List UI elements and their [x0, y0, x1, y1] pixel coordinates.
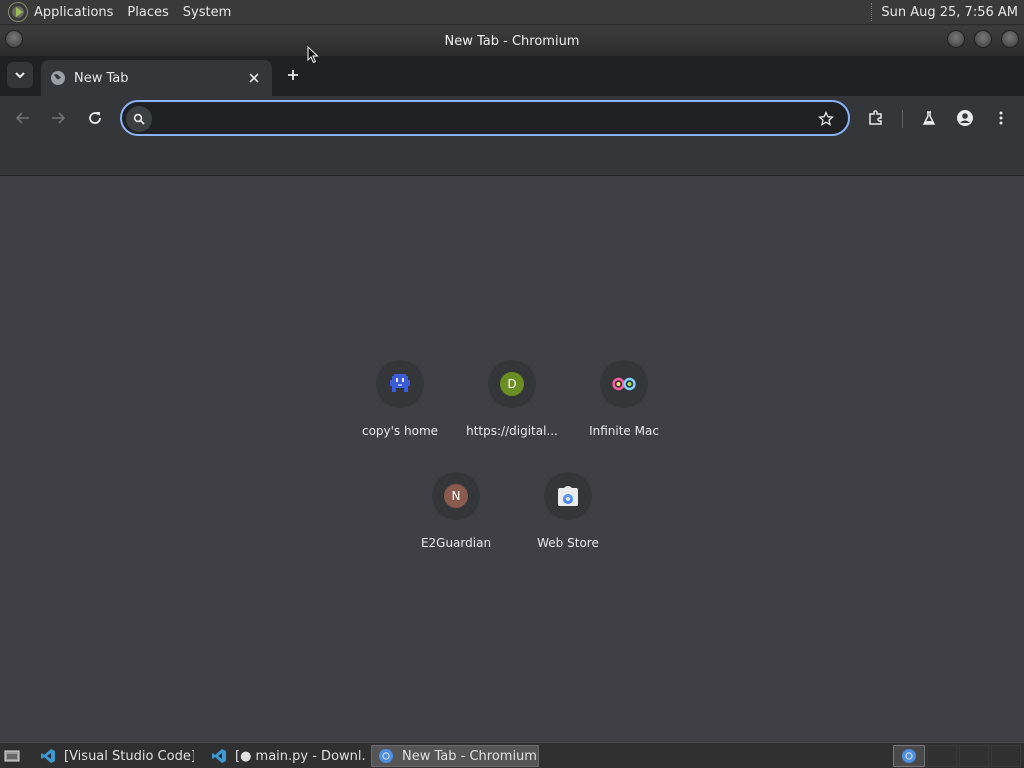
- search-icon: [126, 106, 152, 132]
- close-tab-button[interactable]: [245, 69, 263, 87]
- shortcut-tile[interactable]: copy's home: [344, 354, 456, 462]
- star-icon: [818, 111, 834, 126]
- shortcut-label: https://digital...: [466, 424, 558, 438]
- shortcut-label: copy's home: [361, 424, 439, 438]
- forward-button[interactable]: [44, 104, 72, 132]
- shortcut-tile[interactable]: N E2Guardian: [400, 466, 512, 574]
- panel-separator: [871, 3, 873, 21]
- distro-logo-icon[interactable]: [8, 2, 28, 22]
- taskbar-item-main-py[interactable]: [● main.py - Downl...: [205, 745, 365, 767]
- taskbar-item-label: New Tab - Chromium: [402, 748, 537, 764]
- taskbar-item-vscode[interactable]: [Visual Studio Code]: [34, 745, 194, 767]
- infinity-icon: [612, 377, 636, 391]
- letter-d-icon: D: [500, 372, 524, 396]
- system-menu[interactable]: System: [183, 5, 231, 20]
- workspace-4[interactable]: [991, 745, 1021, 767]
- taskbar-item-label: [Visual Studio Code]: [64, 748, 194, 764]
- close-window-button[interactable]: [1001, 30, 1019, 48]
- arrow-right-icon: [52, 112, 66, 124]
- window-titlebar[interactable]: New Tab - Chromium: [0, 26, 1024, 56]
- extensions-button[interactable]: [862, 104, 890, 132]
- profile-button[interactable]: [951, 104, 979, 132]
- new-tab-page: copy's home D https://digital... Infinit…: [0, 176, 1024, 742]
- new-tab-button[interactable]: [282, 64, 304, 86]
- chevron-down-icon: [15, 72, 25, 79]
- mouse-cursor-icon: [307, 46, 319, 64]
- taskbar-item-label: [● main.py - Downl...: [235, 748, 365, 764]
- toolbar-separator: [902, 110, 903, 128]
- shortcut-label: Infinite Mac: [589, 424, 659, 438]
- chromium-icon: [902, 749, 916, 763]
- labs-button[interactable]: [915, 104, 943, 132]
- menu-button[interactable]: [987, 104, 1015, 132]
- pixel-monster-icon: [390, 374, 410, 392]
- show-desktop-button[interactable]: [2, 745, 24, 767]
- shortcut-icon-container: D: [488, 360, 536, 408]
- tab-title: New Tab: [74, 70, 129, 86]
- puzzle-icon: [869, 110, 882, 125]
- shortcut-tile[interactable]: Infinite Mac: [568, 354, 680, 462]
- shortcut-tile[interactable]: D https://digital...: [456, 354, 568, 462]
- tab-new-tab[interactable]: New Tab: [41, 60, 272, 96]
- account-icon: [957, 110, 973, 126]
- top-panel: Applications Places System Sun Aug 25, 7…: [0, 0, 1024, 25]
- plus-icon: [288, 70, 298, 80]
- taskbar-item-chromium[interactable]: New Tab - Chromium: [371, 745, 539, 767]
- shortcut-tile[interactable]: Web Store: [512, 466, 624, 574]
- web-store-icon: [558, 486, 578, 506]
- chromium-icon: [379, 749, 393, 763]
- window-title: New Tab - Chromium: [444, 33, 580, 49]
- places-menu[interactable]: Places: [127, 5, 168, 20]
- kebab-menu-icon: [999, 111, 1003, 125]
- browser-toolbar: [0, 96, 1024, 140]
- reload-button[interactable]: [81, 104, 109, 132]
- tab-strip: New Tab: [0, 56, 1024, 96]
- globe-icon: [51, 71, 65, 85]
- shortcut-label: Web Store: [537, 536, 599, 550]
- workspace-1[interactable]: [893, 745, 925, 767]
- minimize-button[interactable]: [947, 30, 965, 48]
- clock[interactable]: Sun Aug 25, 7:56 AM: [881, 5, 1018, 20]
- shortcut-icon-container: [544, 472, 592, 520]
- vscode-icon: [212, 749, 226, 763]
- address-input[interactable]: [156, 102, 806, 134]
- workspace-2[interactable]: [927, 745, 957, 767]
- workspace-3[interactable]: [959, 745, 989, 767]
- shortcut-icon-container: [376, 360, 424, 408]
- applications-menu[interactable]: Applications: [34, 5, 113, 20]
- shortcut-label: E2Guardian: [420, 536, 492, 550]
- maximize-button[interactable]: [974, 30, 992, 48]
- bookmark-star-button[interactable]: [816, 109, 836, 129]
- reload-icon: [89, 112, 101, 124]
- arrow-left-icon: [15, 112, 29, 124]
- tab-search-button[interactable]: [7, 62, 33, 88]
- taskbar: [Visual Studio Code] [● main.py - Downl.…: [0, 742, 1024, 768]
- bookmarks-bar: [0, 140, 1024, 176]
- letter-n-icon: N: [444, 484, 468, 508]
- flask-icon: [922, 111, 936, 125]
- shortcut-icon-container: N: [432, 472, 480, 520]
- shortcut-icon-container: [600, 360, 648, 408]
- back-button[interactable]: [9, 104, 37, 132]
- vscode-icon: [41, 749, 55, 763]
- window-menu-button[interactable]: [5, 30, 23, 48]
- address-bar[interactable]: [120, 100, 850, 136]
- desktop-icon: [4, 750, 20, 762]
- close-icon: [249, 73, 259, 83]
